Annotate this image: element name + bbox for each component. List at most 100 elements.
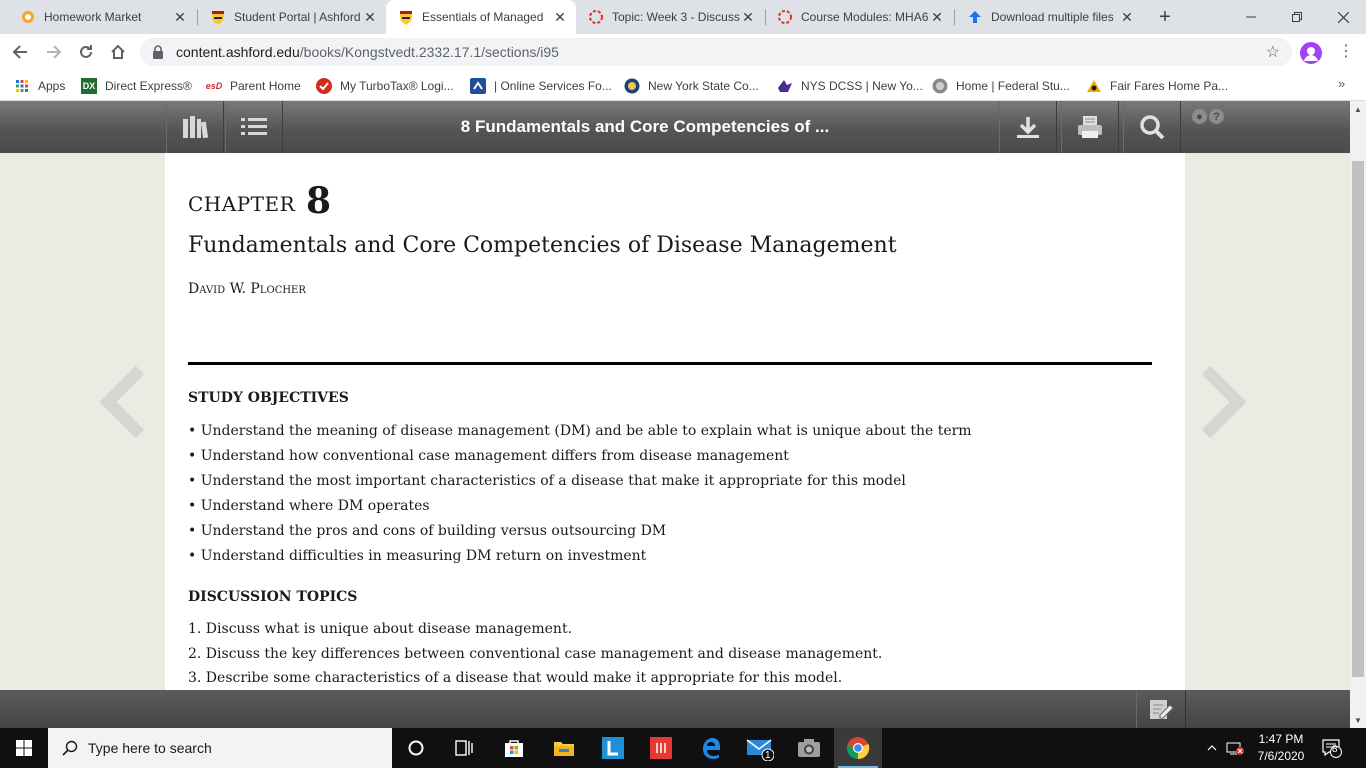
ashford-shield-icon [398,9,414,25]
tab-download-multiple-files[interactable]: Download multiple files ✕ [955,0,1143,34]
library-button[interactable] [166,101,224,153]
network-disconnected-icon [1226,742,1244,755]
close-tab-icon[interactable]: ✕ [1119,9,1135,25]
section-title: 8 Fundamentals and Core Competencies of … [460,117,830,136]
bookmark-direct-express[interactable]: DX Direct Express® [81,76,192,96]
chevron-up-icon [1207,745,1217,751]
restore-button[interactable] [1274,0,1320,34]
clock-time: 1:47 PM [1258,732,1304,746]
red-app-icon [650,737,672,759]
system-clock[interactable]: 1:47 PM 7/6/2020 [1248,731,1314,765]
loading-ring-icon [777,9,793,25]
close-tab-icon[interactable]: ✕ [362,9,378,25]
close-tab-icon[interactable]: ✕ [929,9,945,25]
bookmark-label: Direct Express® [105,79,192,93]
bookmarks-overflow-icon[interactable]: » [1338,76,1345,91]
search-icon [62,740,78,756]
bookmark-fair-fares[interactable]: Fair Fares Home Pa... [1086,76,1228,96]
notes-button[interactable] [1136,690,1186,728]
bookmark-star-icon[interactable]: ☆ [1266,42,1280,62]
note-pencil-icon [1150,700,1174,719]
back-button[interactable] [6,38,34,66]
ebook-reader: 8 Fundamentals and Core Competencies of … [0,101,1350,728]
upload-arrow-icon [967,9,983,25]
home-icon [111,44,125,59]
start-button[interactable] [0,728,48,768]
search-icon [1140,115,1165,140]
table-of-contents-button[interactable] [225,101,283,153]
bookmark-new-york-state[interactable]: New York State Co... [624,76,759,96]
scrollbar-thumb[interactable] [1352,161,1364,677]
print-button[interactable] [1061,101,1119,153]
page-scrollbar[interactable]: ▲ ▼ [1350,101,1366,728]
home-button[interactable] [104,38,132,66]
bookmark-label: Fair Fares Home Pa... [1110,79,1229,93]
red-app-button[interactable] [637,728,685,768]
taskbar-search-box[interactable]: Type here to search [48,728,392,768]
forward-button[interactable] [40,38,68,66]
file-explorer-button[interactable] [540,728,588,768]
list-icon [241,118,267,135]
tab-title: Homework Market [44,10,142,24]
tab-essentials-of-managed[interactable]: Essentials of Managed ✕ [386,0,576,34]
previous-page-arrow-icon[interactable] [100,366,148,438]
windows-taskbar: Type here to search 1 1:47 PM 7/6/2020 8 [0,728,1366,768]
chapter-number: 8 [306,180,332,222]
search-button[interactable] [1123,101,1181,153]
close-tab-icon[interactable]: ✕ [740,9,756,25]
bookmarks-bar: Apps DX Direct Express® esD Parent Home … [0,70,1366,101]
show-hidden-icons-button[interactable] [1202,728,1222,768]
reload-button[interactable] [72,38,100,66]
tab-homework-market[interactable]: Homework Market ✕ [8,0,196,34]
tab-topic-week-3[interactable]: Topic: Week 3 - Discuss ✕ [576,0,764,34]
chapter-label: CHAPTER [188,192,296,216]
next-page-arrow-icon[interactable] [1198,366,1246,438]
scroll-up-icon[interactable]: ▲ [1350,101,1366,117]
bookmark-nys-dcss[interactable]: NYS DCSS | New Yo... [777,76,923,96]
scroll-down-icon[interactable]: ▼ [1350,712,1366,728]
mail-button[interactable]: 1 [736,728,784,768]
list-item: • Understand how conventional case manag… [188,448,789,464]
user-icon[interactable]: ● [1192,109,1207,124]
l-app-button[interactable] [589,728,637,768]
tab-course-modules[interactable]: Course Modules: MHA6 ✕ [765,0,953,34]
url-path: /books/Kongstvedt.2332.17.1/sections/i95 [299,44,559,60]
minimize-button[interactable] [1228,0,1274,34]
tab-student-portal[interactable]: Student Portal | Ashford ✕ [198,0,386,34]
task-view-icon [455,740,473,756]
bookmark-apps[interactable]: Apps [14,76,65,96]
esd-icon: esD [205,81,223,91]
edge-button[interactable] [687,728,735,768]
close-tab-icon[interactable]: ✕ [172,9,188,25]
discussion-topics-list: 1. Discuss what is unique about disease … [188,617,882,691]
task-view-button[interactable] [440,728,488,768]
profile-avatar[interactable] [1300,42,1322,64]
download-button[interactable] [999,101,1057,153]
new-tab-button[interactable]: + [1153,5,1177,29]
close-tab-icon[interactable]: ✕ [552,9,568,25]
help-icon[interactable]: ? [1209,109,1224,124]
address-bar[interactable]: content.ashford.edu/books/Kongstvedt.233… [140,38,1292,66]
reader-footer [0,690,1350,728]
microsoft-store-button[interactable] [490,728,538,768]
minimize-icon [1246,16,1256,18]
bookmark-parent-home[interactable]: esD Parent Home [204,76,301,96]
loading-ring-icon [588,9,604,25]
author-name: David W. Plocher [188,281,306,297]
camera-button[interactable] [785,728,833,768]
network-status-button[interactable] [1224,728,1246,768]
browser-menu-icon[interactable]: ⋮ [1336,42,1356,62]
bookmark-federal-student-aid[interactable]: Home | Federal Stu... [932,76,1070,96]
bookmark-online-services[interactable]: | Online Services Fo... [470,76,612,96]
cortana-button[interactable] [392,728,440,768]
close-window-button[interactable] [1320,0,1366,34]
notification-count: 8 [1332,744,1338,755]
action-center-button[interactable]: 8 [1318,728,1346,768]
store-bag-icon [505,740,523,757]
chrome-button[interactable] [834,728,882,768]
bookmark-label: Apps [38,79,66,93]
discussion-topics-heading: DISCUSSION TOPICS [188,589,358,605]
ny-seal-icon [624,78,640,94]
bookmark-label: Parent Home [230,79,301,93]
bookmark-turbotax[interactable]: My TurboTax® Logi... [316,76,454,96]
